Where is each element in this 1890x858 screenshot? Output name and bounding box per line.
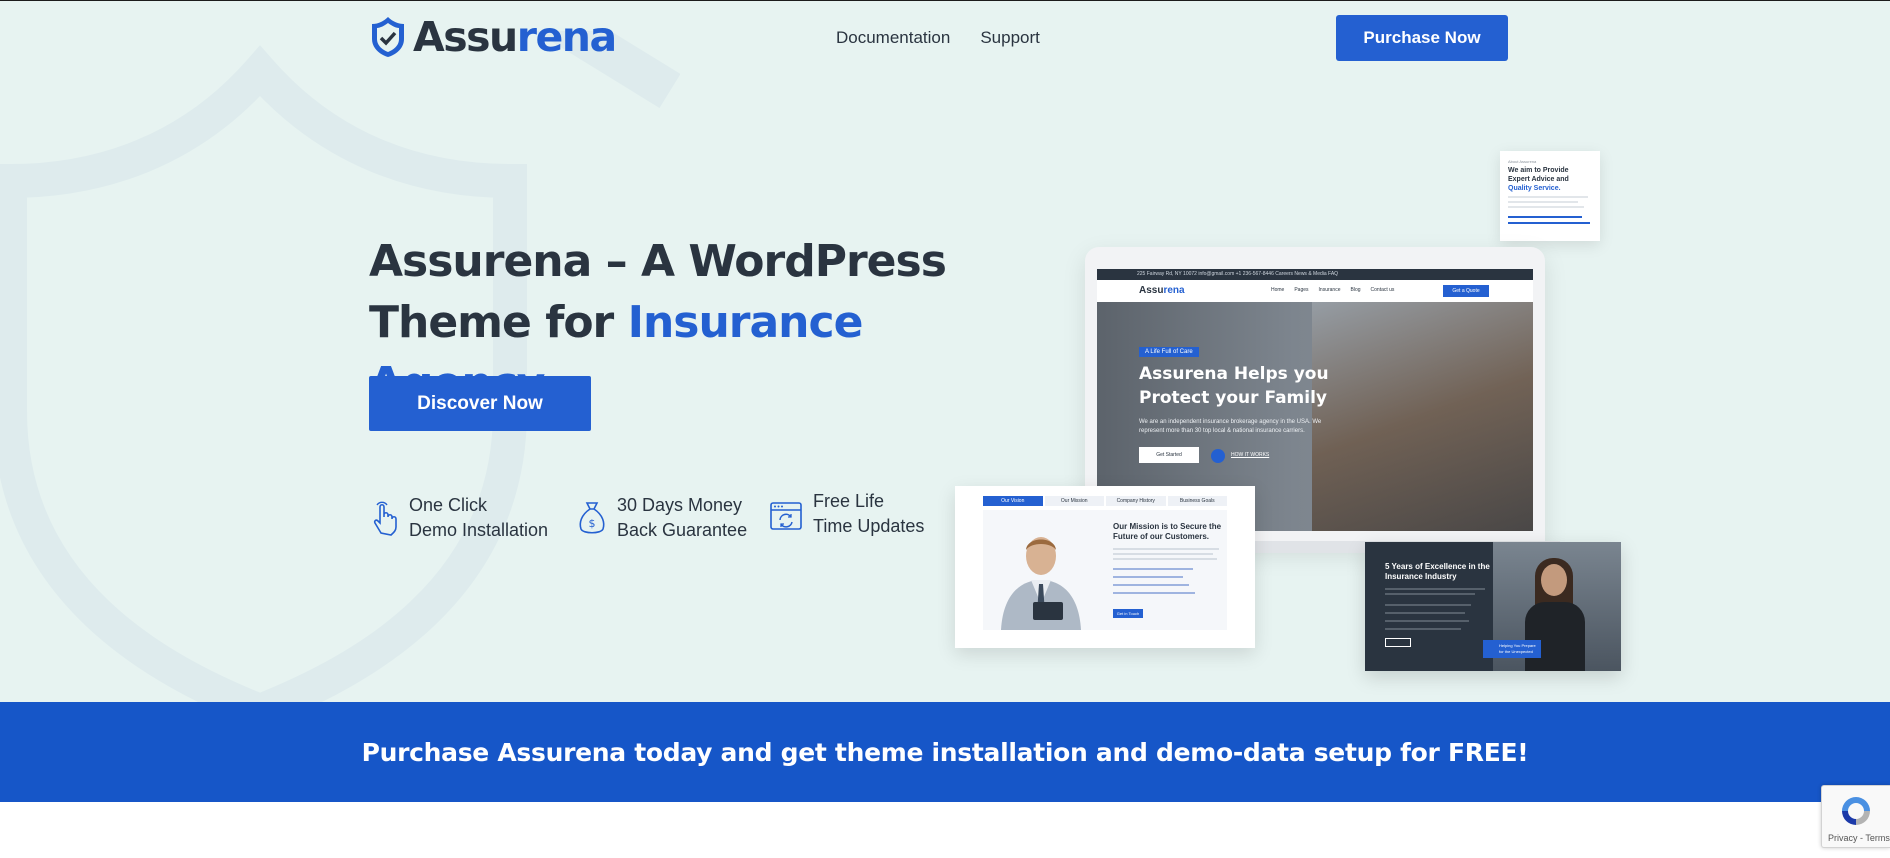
feature-list: One Click Demo Installation $ 30 Days Mo… (369, 491, 949, 553)
family-photo (1312, 302, 1533, 531)
businessman-photo (991, 514, 1091, 630)
nav-documentation[interactable]: Documentation (836, 28, 950, 48)
feature-item: $ 30 Days Money Back Guarantee (577, 493, 747, 543)
mockup-heading: Assurena Helps you Protect your Family (1139, 364, 1329, 408)
site-logo[interactable]: Assurena (369, 13, 617, 61)
shield-check-icon (372, 17, 404, 57)
mockup-site-header: Assurena Home Pages Insurance Blog Conta… (1097, 280, 1533, 302)
mission-title: Our Mission is to Secure the Future of o… (1113, 522, 1222, 541)
purchase-now-button[interactable]: Purchase Now (1336, 15, 1508, 61)
browser-update-icon (770, 502, 802, 530)
mockup-mission-card: Our Vision Our Mission Company History B… (955, 486, 1255, 648)
promo-banner-text: Purchase Assurena today and get theme in… (361, 737, 1529, 767)
recaptcha-badge[interactable]: Privacy - Terms (1821, 785, 1890, 848)
logo-wordmark: Assurena (413, 13, 617, 61)
feature-text: 30 Days Money Back Guarantee (617, 495, 748, 540)
mockup-quote-button: Get a Quote (1443, 285, 1489, 297)
excellence-badge: Helping You Prepare for the Unexpected (1483, 640, 1541, 658)
recaptcha-icon (1842, 797, 1870, 825)
site-header: Assurena Documentation Support Purchase … (0, 1, 1890, 73)
mockup-how-link: HOW IT WORKS (1231, 452, 1270, 458)
headline-line-1: Assurena – A WordPress (369, 236, 947, 287)
mockup-topbar: 225 Fairway Rd, NY 10072 info@gmail.com … (1097, 269, 1533, 280)
excellence-title: 5 Years of Excellence in the Insurance I… (1385, 562, 1490, 581)
mission-tabs: Our Vision Our Mission Company History B… (983, 496, 1227, 506)
play-icon (1211, 449, 1225, 463)
feature-text: Free Life Time Updates (813, 491, 925, 536)
mockup-about-title: We aim to Provide Expert Advice and Qual… (1508, 167, 1569, 192)
mission-body: Our Mission is to Secure the Future of o… (983, 510, 1227, 630)
excellence-button (1385, 638, 1411, 647)
pointer-hand-icon (373, 501, 397, 536)
mockup-menu: Home Pages Insurance Blog Contact us (1271, 287, 1395, 293)
feature-text: One Click Demo Installation (409, 495, 549, 540)
nav-support[interactable]: Support (980, 28, 1040, 48)
promo-banner: Purchase Assurena today and get theme in… (0, 702, 1890, 802)
mockup-about-card: About Assurena We aim to Provide Expert … (1500, 151, 1600, 241)
main-nav: Documentation Support (836, 28, 1040, 48)
feature-item: One Click Demo Installation (369, 493, 548, 543)
feature-item: Free Life Time Updates (769, 489, 924, 539)
mockup-excellence-card: 5 Years of Excellence in the Insurance I… (1365, 542, 1621, 671)
mission-button: Get in Touch (1113, 609, 1143, 618)
hero-section: Assurena Documentation Support Purchase … (0, 0, 1890, 702)
money-bag-icon: $ (579, 502, 605, 534)
headline-line-2: Theme for (369, 297, 628, 348)
svg-text:$: $ (589, 517, 596, 530)
recaptcha-links[interactable]: Privacy - Terms (1828, 833, 1890, 843)
mockup-text: We are an independent insurance brokerag… (1139, 419, 1322, 434)
mockup-started-button: Get Started (1139, 447, 1199, 463)
discover-now-button[interactable]: Discover Now (369, 376, 591, 431)
mockup-logo: Assurena (1139, 285, 1185, 296)
mockup-badge: A Life Full of Care (1139, 347, 1199, 357)
